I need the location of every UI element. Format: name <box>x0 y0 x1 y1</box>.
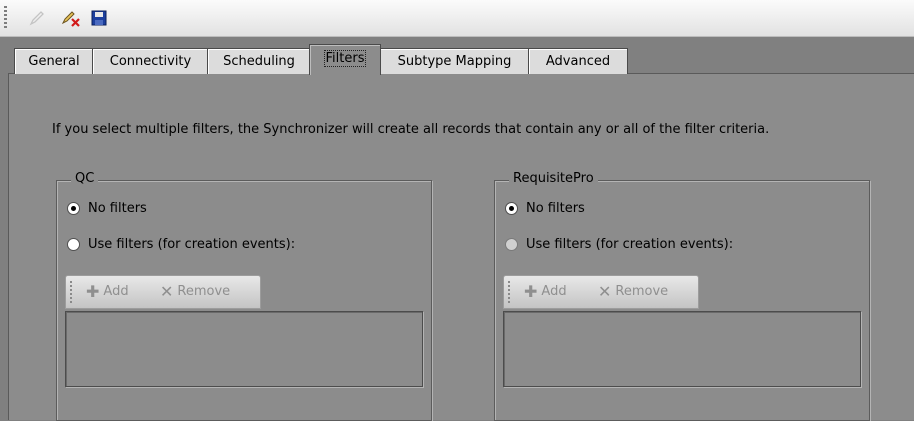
qc-add-label: Add <box>103 284 129 299</box>
radio-selected-icon <box>67 202 80 215</box>
tab-connectivity[interactable]: Connectivity <box>92 48 209 74</box>
radio-unselected-icon <box>505 238 518 251</box>
tab-general[interactable]: General <box>14 48 94 74</box>
tab-filters-label: Filters <box>323 50 367 67</box>
qc-use-filters-label: Use filters (for creation events): <box>88 237 296 252</box>
plus-icon: ✚ <box>524 281 538 301</box>
save-icon <box>91 10 107 26</box>
qc-filter-list[interactable] <box>65 311 423 387</box>
tab-scheduling[interactable]: Scheduling <box>207 48 311 74</box>
tab-subtype-mapping-label: Subtype Mapping <box>397 54 512 69</box>
reqpro-no-filters-radio[interactable]: No filters <box>505 201 585 216</box>
reqpro-use-filters-radio[interactable]: Use filters (for creation events): <box>505 237 733 252</box>
qc-no-filters-radio[interactable]: No filters <box>67 201 147 216</box>
tab-advanced-label: Advanced <box>545 54 611 69</box>
toolbar-grip[interactable] <box>4 6 7 30</box>
qc-no-filters-label: No filters <box>88 201 147 216</box>
tab-connectivity-label: Connectivity <box>109 54 192 69</box>
edit-delete-button[interactable] <box>60 7 82 29</box>
toolbar-grip <box>70 281 72 303</box>
tab-scheduling-label: Scheduling <box>223 54 295 69</box>
reqpro-add-button[interactable]: ✚ Add <box>524 281 567 301</box>
qc-remove-label: Remove <box>177 284 231 299</box>
toolbar-grip <box>508 281 510 303</box>
radio-selected-icon <box>505 202 518 215</box>
main-toolbar <box>0 0 914 37</box>
reqpro-filter-toolbar: ✚ Add ✕ Remove <box>503 275 699 309</box>
remove-x-icon: ✕ <box>160 281 174 301</box>
edit-button[interactable] <box>26 7 48 29</box>
tab-filters[interactable]: Filters <box>309 44 381 75</box>
tab-advanced[interactable]: Advanced <box>528 48 628 74</box>
remove-x-icon: ✕ <box>598 281 612 301</box>
reqpro-filter-list[interactable] <box>503 311 861 387</box>
qc-filter-toolbar: ✚ Add ✕ Remove <box>65 275 261 309</box>
edit-delete-icon <box>61 11 80 27</box>
plus-icon: ✚ <box>86 281 100 301</box>
filters-info-text: If you select multiple filters, the Sync… <box>52 122 770 137</box>
reqpro-add-label: Add <box>541 284 567 299</box>
reqpro-remove-label: Remove <box>615 284 669 299</box>
save-button[interactable] <box>88 7 110 29</box>
reqpro-remove-button[interactable]: ✕ Remove <box>598 281 669 301</box>
reqpro-group: RequisitePro No filters Use filters (for… <box>494 171 870 421</box>
qc-use-filters-radio[interactable]: Use filters (for creation events): <box>67 237 295 252</box>
qc-add-button[interactable]: ✚ Add <box>86 281 129 301</box>
qc-group: QC No filters Use filters (for creation … <box>56 171 432 421</box>
reqpro-use-filters-label: Use filters (for creation events): <box>526 237 734 252</box>
edit-icon <box>29 11 44 26</box>
qc-group-title: QC <box>71 171 99 186</box>
reqpro-group-title: RequisitePro <box>509 171 598 186</box>
reqpro-no-filters-label: No filters <box>526 201 585 216</box>
tab-subtype-mapping[interactable]: Subtype Mapping <box>379 48 530 74</box>
radio-unselected-icon <box>67 238 80 251</box>
qc-remove-button[interactable]: ✕ Remove <box>160 281 231 301</box>
tab-general-label: General <box>28 54 80 69</box>
